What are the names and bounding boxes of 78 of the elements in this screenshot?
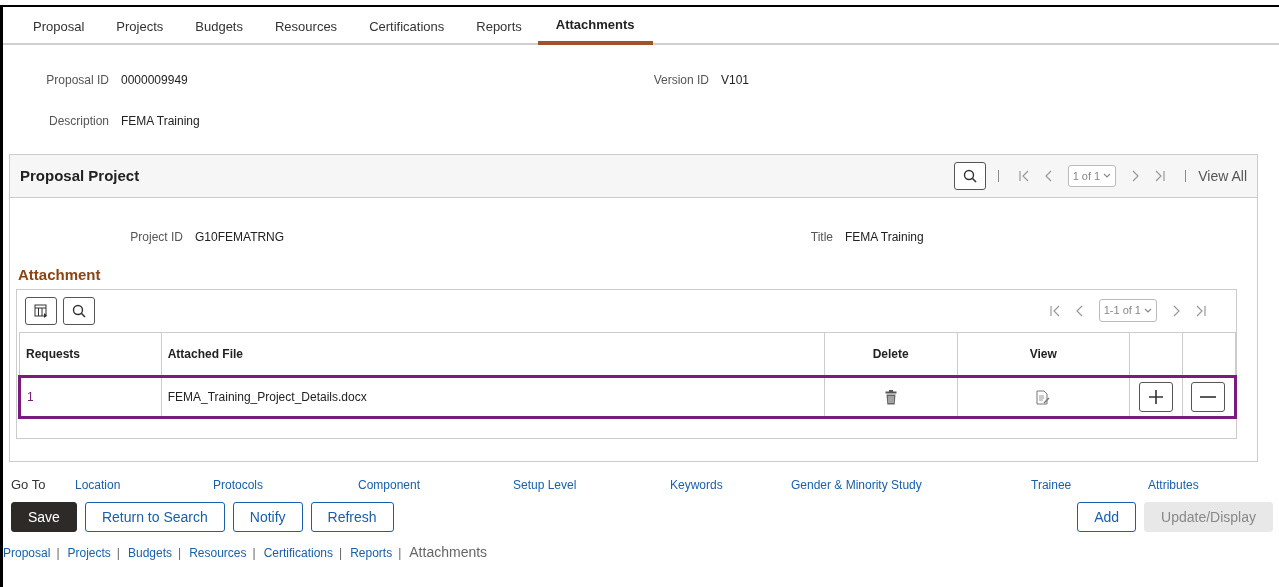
plus-icon bbox=[1149, 389, 1163, 404]
first-page-icon[interactable] bbox=[1049, 304, 1060, 317]
action-button[interactable]: Save bbox=[11, 502, 77, 532]
field-label: Description bbox=[47, 113, 109, 130]
search-icon bbox=[962, 169, 977, 183]
search-button[interactable] bbox=[63, 296, 95, 325]
footer-link[interactable]: Projects bbox=[67, 543, 111, 562]
go-to-link[interactable]: Keywords bbox=[670, 476, 791, 494]
add-row-button[interactable] bbox=[1139, 381, 1173, 412]
grid-settings-icon bbox=[34, 303, 48, 318]
next-page-icon[interactable] bbox=[1132, 170, 1140, 182]
field-label: Title bbox=[809, 229, 833, 246]
last-page-icon[interactable] bbox=[1196, 304, 1206, 317]
previous-page-icon[interactable] bbox=[1044, 170, 1052, 182]
search-icon bbox=[72, 303, 86, 318]
page-select[interactable]: 1-1 of 1 bbox=[1098, 299, 1157, 322]
caret-icon bbox=[1144, 307, 1152, 314]
field-value: G10FEMATRNG bbox=[195, 229, 285, 246]
go-to-link[interactable]: Location bbox=[75, 476, 213, 494]
field-value: FEMA Training bbox=[845, 229, 924, 246]
view-all-link[interactable]: View All bbox=[1198, 165, 1247, 187]
field-label: Proposal ID bbox=[45, 72, 109, 89]
row-number: 1 bbox=[27, 389, 34, 404]
tab[interactable]: Proposal bbox=[17, 7, 101, 45]
field-value: FEMA Training bbox=[121, 113, 200, 130]
column-header: Attached File bbox=[161, 332, 825, 376]
action-button: Update/Display bbox=[1144, 502, 1273, 532]
footer-current-page: Attachments bbox=[409, 543, 488, 562]
page-select[interactable]: 1 of 1 bbox=[1067, 164, 1117, 188]
action-button[interactable]: Refresh bbox=[310, 502, 394, 532]
go-to-link[interactable]: Protocols bbox=[213, 476, 358, 494]
column-header: View bbox=[957, 332, 1130, 376]
separator: | bbox=[178, 544, 182, 562]
tab[interactable]: Resources bbox=[259, 7, 354, 45]
separator: | bbox=[252, 544, 256, 562]
field-label: Version ID bbox=[652, 72, 709, 89]
go-to-link[interactable]: Setup Level bbox=[513, 476, 670, 494]
next-page-icon[interactable] bbox=[1173, 304, 1180, 317]
first-page-icon[interactable] bbox=[1018, 170, 1029, 182]
tab[interactable]: Attachments bbox=[537, 7, 653, 45]
go-to-link[interactable]: Component bbox=[358, 476, 513, 494]
footer-link[interactable]: Reports bbox=[350, 543, 393, 562]
file-name-link[interactable]: FEMA_Training_Project_Details.docx bbox=[167, 389, 367, 404]
footer-link[interactable]: Proposal bbox=[3, 543, 51, 562]
action-button[interactable]: Add bbox=[1077, 502, 1137, 532]
footer-link[interactable]: Resources bbox=[189, 543, 247, 562]
tab[interactable]: Reports bbox=[460, 7, 538, 45]
go-to-link[interactable]: Attributes bbox=[1148, 476, 1223, 494]
tab[interactable]: Budgets bbox=[179, 7, 259, 45]
go-to-label: Go To bbox=[11, 476, 47, 495]
action-button[interactable]: Notify bbox=[232, 502, 303, 532]
separator: | bbox=[116, 544, 120, 562]
trash-icon[interactable] bbox=[884, 389, 897, 405]
column-header: Requests bbox=[19, 332, 162, 376]
footer-link[interactable]: Budgets bbox=[128, 543, 173, 562]
tab[interactable]: Projects bbox=[100, 7, 180, 45]
last-page-icon[interactable] bbox=[1155, 170, 1166, 182]
section-title: Proposal Project bbox=[20, 165, 141, 186]
column-header: Delete bbox=[824, 332, 958, 376]
go-to-link[interactable]: Trainee bbox=[1031, 476, 1148, 494]
separator: | bbox=[398, 544, 402, 562]
previous-page-icon[interactable] bbox=[1075, 304, 1083, 317]
field-value: V101 bbox=[721, 72, 750, 89]
caret-icon bbox=[1103, 173, 1112, 179]
search-button[interactable] bbox=[953, 162, 986, 190]
separator: | bbox=[339, 544, 343, 562]
minus-icon bbox=[1200, 395, 1217, 398]
delete-row-button[interactable] bbox=[1191, 381, 1226, 412]
field-label: Project ID bbox=[129, 229, 183, 246]
footer-link[interactable]: Certifications bbox=[263, 543, 333, 562]
field-value: 0000009949 bbox=[121, 72, 188, 89]
tab[interactable]: Certifications bbox=[353, 7, 461, 45]
action-button[interactable]: Return to Search bbox=[84, 502, 225, 532]
section-title: Attachment bbox=[18, 265, 102, 285]
document-icon[interactable] bbox=[1036, 389, 1051, 405]
go-to-link[interactable]: Gender & Minority Study bbox=[791, 476, 1031, 494]
separator: | bbox=[56, 544, 60, 562]
personalize-button[interactable] bbox=[25, 296, 57, 325]
